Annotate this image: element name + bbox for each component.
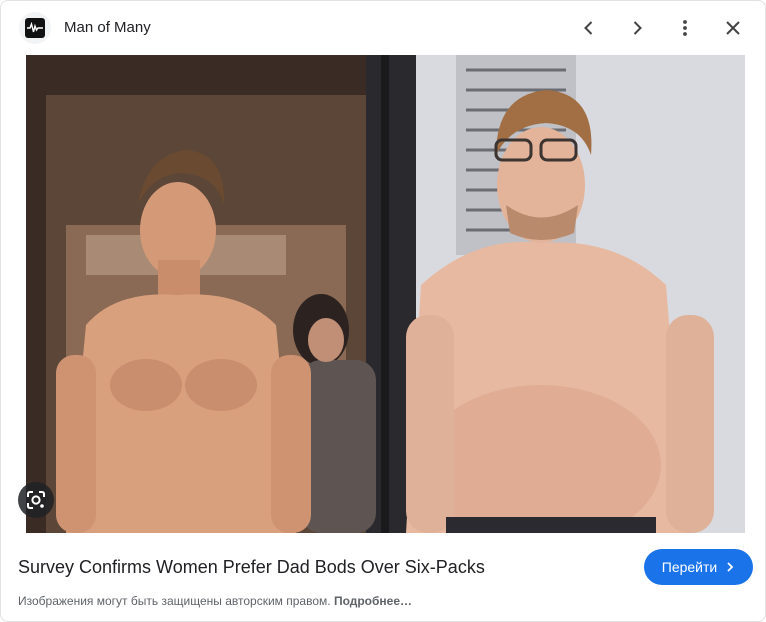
- chevron-right-icon: [633, 21, 642, 35]
- previous-button[interactable]: [573, 12, 605, 44]
- copyright-notice: Изображения могут быть защищены авторски…: [18, 594, 412, 608]
- visit-button-label: Перейти: [661, 559, 718, 575]
- google-lens-button[interactable]: [18, 482, 54, 518]
- waveform-logo-icon: [25, 18, 45, 38]
- google-lens-icon: [27, 491, 45, 509]
- site-name[interactable]: Man of Many: [64, 19, 151, 36]
- close-icon: [726, 21, 740, 35]
- image-preview-panel: Man of Many Survey Confirms Women Prefer…: [0, 0, 766, 622]
- more-options-button[interactable]: [669, 12, 701, 44]
- preview-header: Man of Many: [1, 1, 765, 55]
- more-vert-icon: [683, 20, 687, 36]
- next-button[interactable]: [621, 12, 653, 44]
- chevron-right-icon: [727, 562, 734, 572]
- preview-image[interactable]: [26, 55, 745, 533]
- close-button[interactable]: [717, 12, 749, 44]
- result-title[interactable]: Survey Confirms Women Prefer Dad Bods Ov…: [18, 557, 485, 578]
- copyright-text: Изображения могут быть защищены авторски…: [18, 594, 331, 608]
- photo-illustration: [26, 55, 745, 533]
- visit-button[interactable]: Перейти: [644, 549, 753, 585]
- site-favicon[interactable]: [19, 12, 51, 44]
- learn-more-link[interactable]: Подробнее…: [334, 594, 412, 608]
- chevron-left-icon: [584, 21, 593, 35]
